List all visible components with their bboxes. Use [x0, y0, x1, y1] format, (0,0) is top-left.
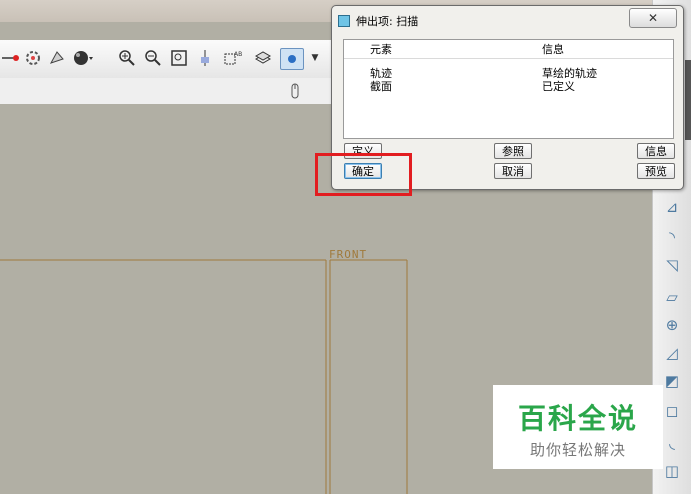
- secondary-toolbar: [0, 78, 332, 105]
- element-name: 轨迹: [370, 67, 392, 80]
- zoom-out-icon[interactable]: [142, 48, 164, 68]
- list-item[interactable]: 轨迹 草绘的轨迹: [344, 67, 673, 81]
- scroll-indicator: [685, 60, 691, 140]
- cancel-button[interactable]: 取消: [494, 163, 532, 179]
- pattern-icon[interactable]: ◩: [661, 370, 683, 392]
- info-button[interactable]: 信息: [637, 143, 675, 159]
- element-info: 草绘的轨迹: [542, 67, 597, 80]
- layer-icon[interactable]: [252, 48, 274, 68]
- chamfer-icon[interactable]: ◹: [661, 254, 683, 276]
- close-button[interactable]: ✕: [629, 8, 677, 28]
- list-header: 元素 信息: [344, 40, 673, 59]
- plane-icon[interactable]: [194, 48, 216, 68]
- zoom-in-icon[interactable]: [116, 48, 138, 68]
- point-icon[interactable]: [280, 48, 304, 70]
- refit-icon[interactable]: [168, 48, 190, 68]
- trim-icon[interactable]: ◫: [661, 460, 683, 482]
- dialog-app-icon: [338, 15, 350, 27]
- list-item[interactable]: 截面 已定义: [344, 80, 673, 94]
- datum-label: FRONT: [329, 248, 368, 261]
- preview-button[interactable]: 预览: [637, 163, 675, 179]
- watermark-subtitle: 助你轻松解决: [529, 441, 626, 459]
- chevron-down-icon[interactable]: ▼: [304, 48, 326, 68]
- rib-icon[interactable]: ⊕: [661, 314, 683, 336]
- column-header-info: 信息: [542, 43, 564, 56]
- watermark-logo: 百科全说 助你轻松解决: [493, 385, 663, 469]
- hole-icon[interactable]: ⊿: [661, 196, 683, 218]
- orient-icon[interactable]: [46, 48, 68, 68]
- mouse-icon[interactable]: [284, 81, 306, 101]
- main-toolbar: AB ▼: [0, 40, 332, 79]
- refs-button[interactable]: 参照: [494, 143, 532, 159]
- axis-icon[interactable]: AB: [222, 48, 244, 68]
- element-list[interactable]: 元素 信息 轨迹 草绘的轨迹 截面 已定义: [343, 39, 674, 139]
- ok-highlight-box: [315, 153, 412, 196]
- dialog-title: 伸出项: 扫描: [356, 15, 419, 28]
- watermark-title: 百科全说: [517, 402, 638, 435]
- svg-text:AB: AB: [234, 51, 242, 58]
- draft-icon[interactable]: ◿: [661, 342, 683, 364]
- dialog-title-bar: 伸出项: 扫描: [338, 11, 418, 31]
- merge-icon[interactable]: ◟: [661, 432, 683, 454]
- element-info: 已定义: [542, 80, 575, 93]
- sketch-icon[interactable]: [0, 48, 22, 68]
- shell-icon[interactable]: ▱: [661, 286, 683, 308]
- element-name: 截面: [370, 80, 392, 93]
- mirror-icon[interactable]: ◻: [661, 400, 683, 422]
- round-icon[interactable]: ◝: [661, 226, 683, 248]
- shade-icon[interactable]: [72, 48, 94, 68]
- column-header-element: 元素: [370, 43, 392, 56]
- settings-icon[interactable]: [22, 48, 44, 68]
